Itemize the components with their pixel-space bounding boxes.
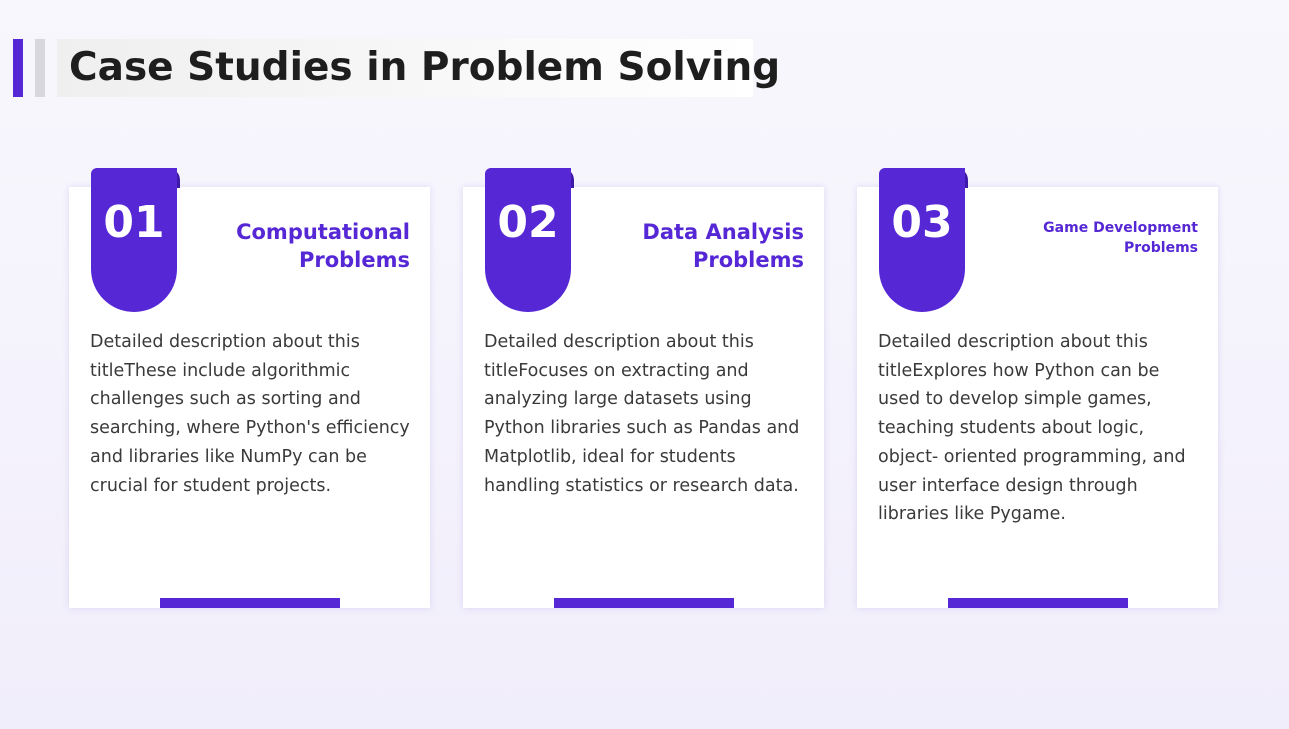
card-bottom-bar (554, 598, 734, 608)
card-description: Detailed description about this titleFoc… (484, 332, 800, 496)
card-bottom-bar (160, 598, 340, 608)
number-ribbon: 03 (879, 168, 965, 312)
card-heading-line: Problems (692, 248, 804, 272)
title-accent-bar-secondary (35, 39, 45, 97)
title-banner: Case Studies in Problem Solving (57, 39, 780, 97)
card-heading: Game Development Problems (978, 218, 1198, 258)
card-heading-line: Data Analysis (642, 220, 804, 244)
title-accent-bar (13, 39, 23, 97)
number-ribbon: 01 (91, 168, 177, 312)
case-study-card-computational: 01 Computational Problems Detailed descr… (69, 168, 430, 608)
case-study-card-game-development: 03 Game Development Problems Detailed de… (857, 168, 1218, 608)
card-heading-line: Computational (236, 220, 410, 244)
card-description: Detailed description about this titleExp… (878, 332, 1186, 525)
case-study-card-data-analysis: 02 Data Analysis Problems Detailed descr… (463, 168, 824, 608)
card-number: 03 (891, 197, 953, 248)
card-heading-line: Problems (298, 248, 410, 272)
card-heading-line: Game Development (1043, 220, 1198, 236)
card-heading: Data Analysis Problems (584, 218, 804, 274)
card-number: 01 (103, 197, 165, 248)
number-ribbon: 02 (485, 168, 571, 312)
card-heading-line: Problems (1123, 240, 1198, 256)
card-description: Detailed description about this titleThe… (90, 332, 410, 496)
card-number: 02 (497, 197, 559, 248)
page-title: Case Studies in Problem Solving (69, 45, 781, 90)
card-heading: Computational Problems (190, 218, 410, 274)
card-bottom-bar (948, 598, 1128, 608)
